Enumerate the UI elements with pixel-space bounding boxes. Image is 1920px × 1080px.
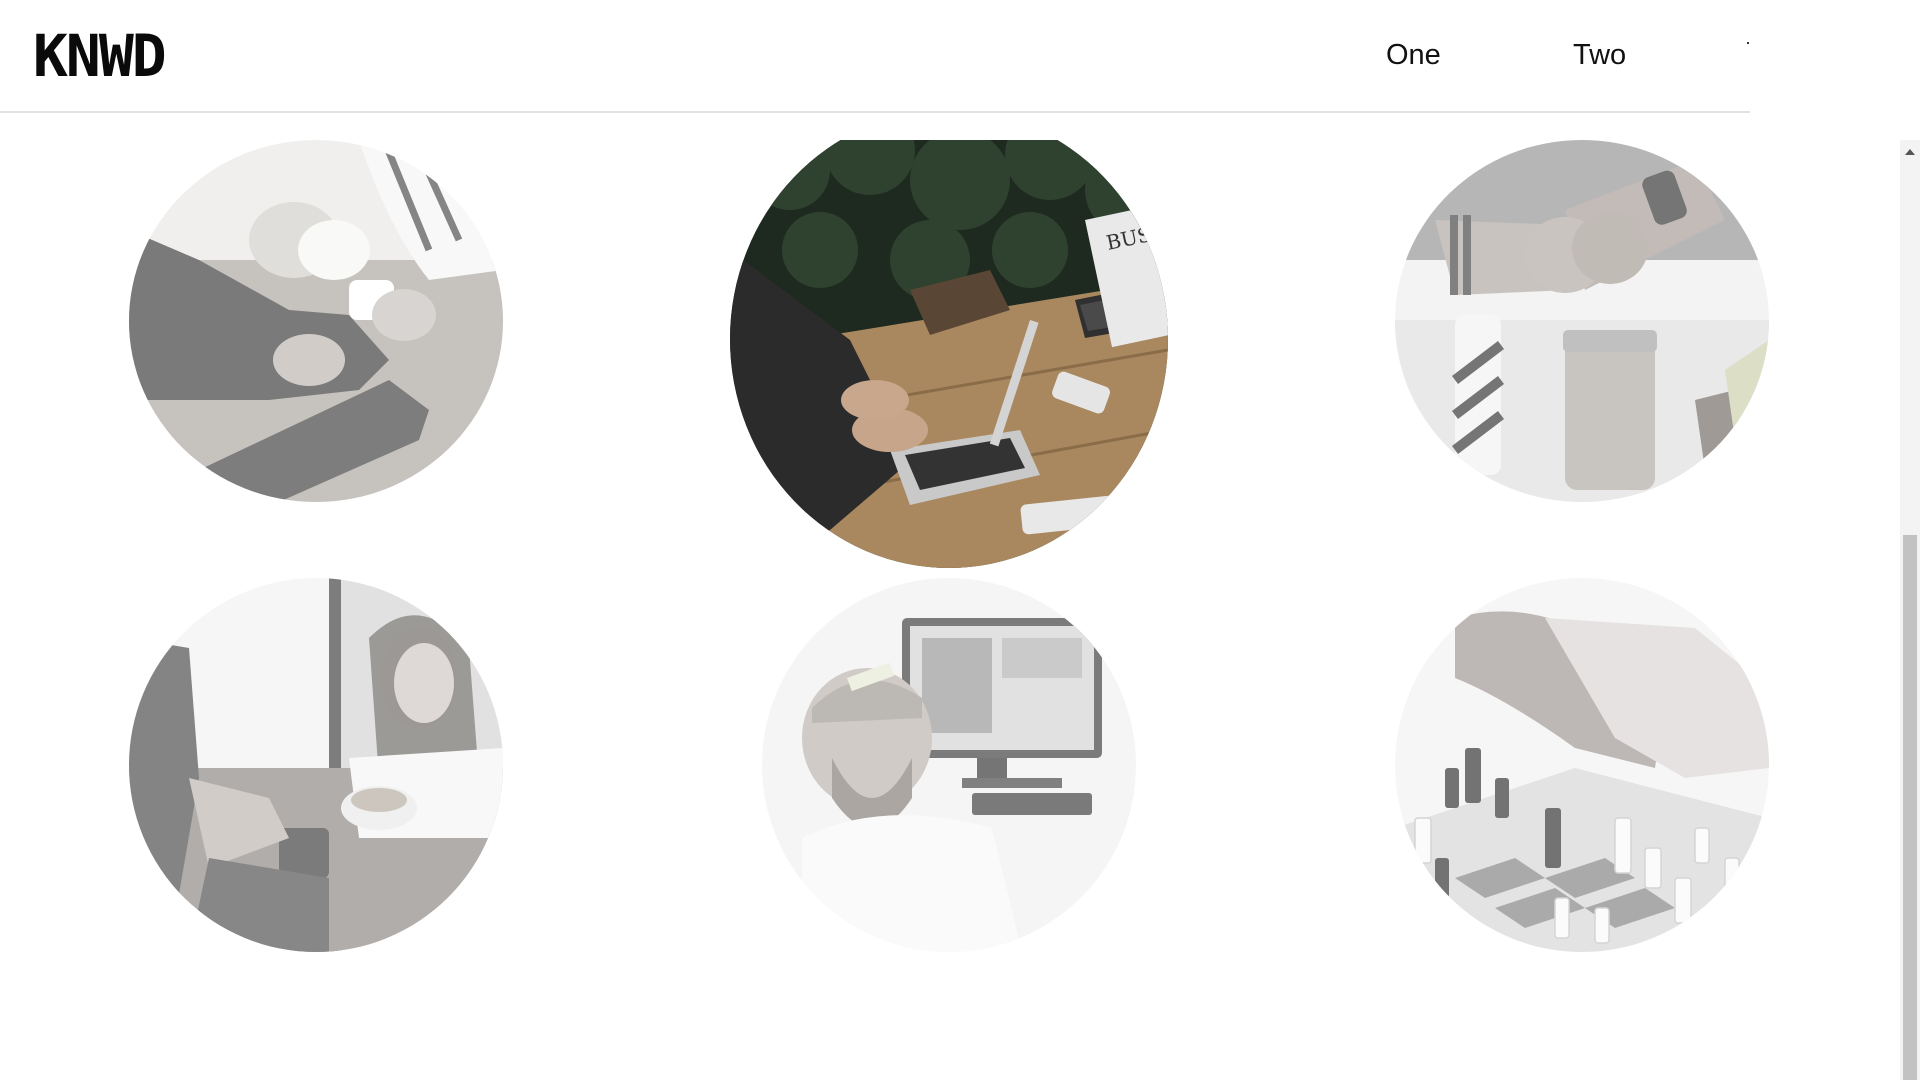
scroll-up-button[interactable] xyxy=(1900,140,1920,164)
gallery-photo-handshake[interactable] xyxy=(1395,578,1769,952)
gallery-photo-laptop[interactable]: BUS xyxy=(730,140,1168,568)
vertical-scrollbar[interactable] xyxy=(1900,140,1920,1080)
photo-gallery: BUS xyxy=(0,140,1900,1080)
fist-bump-image xyxy=(1395,140,1769,502)
cafe-conversation-image xyxy=(129,578,503,952)
nav-link-two[interactable]: Two xyxy=(1573,38,1626,72)
gallery-photo-fist-bump[interactable] xyxy=(1395,140,1769,502)
gallery-photo-tea[interactable] xyxy=(129,140,503,502)
nav-overflow-mark xyxy=(1747,42,1749,44)
handshake-chess-image xyxy=(1395,578,1769,952)
gallery-photo-smiling-man[interactable] xyxy=(762,578,1136,952)
gallery-photo-cafe[interactable] xyxy=(129,578,503,952)
smiling-man-image xyxy=(762,578,1136,952)
site-header: KNWD One Two xyxy=(0,0,1750,113)
laptop-meeting-image: BUS xyxy=(730,140,1168,568)
tea-pouring-image xyxy=(129,140,503,502)
nav-link-one[interactable]: One xyxy=(1386,38,1441,72)
scrollbar-thumb[interactable] xyxy=(1903,535,1917,1080)
site-logo[interactable]: KNWD xyxy=(33,24,167,88)
page: KNWD One Two BUS xyxy=(0,0,1920,1080)
chevron-up-icon xyxy=(1905,149,1915,155)
